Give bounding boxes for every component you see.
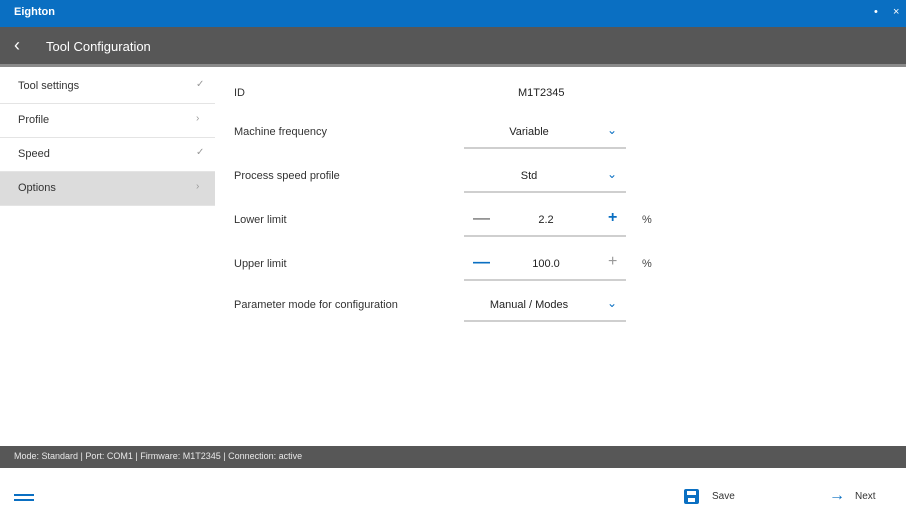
page-header: ‹ Tool Configuration: [0, 27, 906, 67]
window-title-bar: Eighton • ×: [0, 0, 906, 27]
minus-icon[interactable]: —: [473, 253, 490, 271]
upper-limit-row: Upper limit — 100.0 + %: [215, 247, 906, 281]
info-icon[interactable]: •: [874, 6, 878, 18]
next-button-label: Next: [855, 491, 876, 502]
id-row: ID M1T2345: [215, 76, 906, 110]
bottom-action-bar: Save → Next: [0, 468, 906, 507]
chevron-right-icon: ›: [196, 181, 200, 192]
back-arrow-icon[interactable]: ‹: [14, 35, 20, 55]
close-icon[interactable]: ×: [893, 6, 899, 18]
chevron-down-icon: ⌄: [607, 167, 618, 181]
parameter-mode-value: Manual / Modes: [489, 299, 569, 311]
save-icon: [684, 489, 699, 504]
plus-icon[interactable]: +: [608, 209, 617, 227]
id-label: ID: [234, 87, 245, 99]
parameter-mode-select[interactable]: Manual / Modes ⌄: [464, 288, 626, 322]
app-title: Eighton: [14, 6, 55, 18]
status-text: Mode: Standard | Port: COM1 | Firmware: …: [14, 451, 303, 461]
upper-limit-label: Upper limit: [234, 258, 287, 270]
sidebar-item-profile[interactable]: Profile ›: [0, 104, 215, 138]
process-speed-profile-row: Process speed profile Std ⌄: [215, 159, 906, 193]
sidebar-item-speed[interactable]: Speed ✓: [0, 138, 215, 172]
settings-form: ID M1T2345 Machine frequency Variable ⌄ …: [215, 70, 906, 446]
process-speed-profile-label: Process speed profile: [234, 170, 340, 182]
parameter-mode-label: Parameter mode for configuration: [234, 299, 398, 311]
sidebar-item-label: Speed: [18, 148, 50, 160]
process-speed-profile-value: Std: [520, 170, 538, 182]
sidebar: Tool settings ✓ Profile › Speed ✓ Option…: [0, 70, 215, 446]
save-button-label: Save: [712, 491, 735, 502]
sidebar-item-label: Options: [18, 182, 56, 194]
sidebar-item-options[interactable]: Options ›: [0, 172, 215, 206]
machine-frequency-label: Machine frequency: [234, 126, 327, 138]
chevron-right-icon: ›: [196, 113, 200, 124]
sidebar-item-label: Profile: [18, 114, 50, 126]
lower-limit-row: Lower limit — 2.2 + %: [215, 203, 906, 237]
status-bar: Mode: Standard | Port: COM1 | Firmware: …: [0, 446, 906, 468]
arrow-right-icon: →: [829, 487, 845, 504]
sidebar-item-label: Tool settings: [18, 80, 80, 92]
minus-icon[interactable]: —: [473, 209, 490, 227]
machine-frequency-row: Machine frequency Variable ⌄: [215, 115, 906, 149]
sidebar-item-tool-settings[interactable]: Tool settings ✓: [0, 70, 215, 104]
process-speed-profile-select[interactable]: Std ⌄: [464, 159, 626, 193]
lower-limit-label: Lower limit: [234, 214, 287, 226]
chevron-down-icon: ⌄: [607, 296, 618, 310]
lower-limit-value[interactable]: 2.2: [506, 214, 586, 226]
lower-limit-stepper: — 2.2 + %: [464, 203, 652, 237]
parameter-mode-row: Parameter mode for configuration Manual …: [215, 288, 906, 322]
id-value: M1T2345: [518, 87, 565, 99]
plus-icon[interactable]: +: [608, 253, 617, 271]
machine-frequency-value: Variable: [509, 126, 549, 138]
machine-frequency-select[interactable]: Variable ⌄: [464, 115, 626, 149]
next-button[interactable]: → Next: [829, 488, 884, 506]
upper-limit-value[interactable]: 100.0: [506, 258, 586, 270]
check-icon: ✓: [196, 147, 205, 158]
chevron-down-icon: ⌄: [607, 123, 618, 137]
hamburger-menu-icon[interactable]: [14, 494, 34, 505]
upper-limit-stepper: — 100.0 + %: [464, 247, 652, 281]
page-title: Tool Configuration: [46, 39, 151, 54]
check-icon: ✓: [196, 79, 205, 90]
lower-limit-unit: %: [642, 214, 652, 226]
upper-limit-unit: %: [642, 258, 652, 270]
save-button[interactable]: Save: [684, 488, 735, 506]
